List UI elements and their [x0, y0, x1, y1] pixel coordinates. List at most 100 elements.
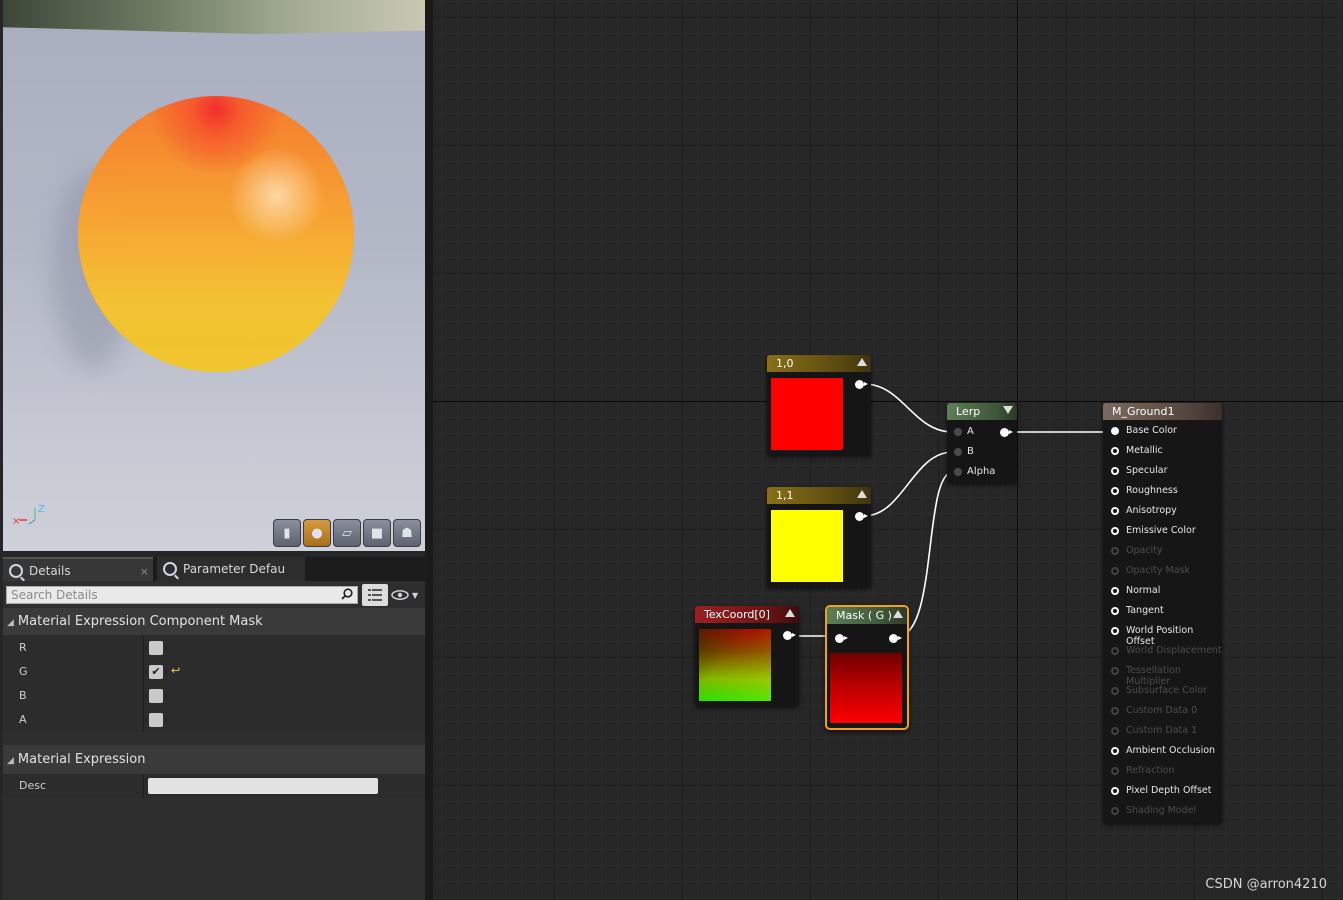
material-input-label: Emissive Color — [1126, 525, 1196, 536]
mask-row-label: G — [19, 665, 28, 678]
material-input-label: Opacity — [1126, 545, 1163, 556]
mask-row-label: R — [19, 641, 27, 654]
close-tab-icon[interactable]: × — [140, 565, 149, 578]
mask-checkbox-a[interactable] — [149, 713, 163, 727]
plane-preview-button[interactable]: ▱ — [333, 519, 361, 547]
column-separator — [143, 636, 144, 660]
material-input-pin[interactable] — [1111, 787, 1119, 795]
output-pin[interactable] — [889, 634, 902, 643]
chevron-down-icon: ▼ — [412, 590, 419, 600]
mask-row-label: B — [19, 689, 27, 702]
material-input-pin — [1111, 667, 1119, 675]
material-input-pin[interactable] — [1111, 487, 1119, 495]
material-input-pin[interactable] — [1111, 627, 1119, 635]
output-pin[interactable] — [855, 512, 868, 521]
magnifier-icon — [9, 564, 23, 578]
lerp-node[interactable]: Lerp A B Alpha — [947, 403, 1017, 483]
sphere-preview-button[interactable]: ● — [303, 519, 331, 547]
teapot-preview-button[interactable]: ☗ — [393, 519, 421, 547]
material-input-pin[interactable] — [1111, 467, 1119, 475]
column-separator — [143, 774, 144, 798]
material-input-pin[interactable] — [1111, 527, 1119, 535]
material-input-label: Roughness — [1126, 485, 1178, 496]
material-graph-canvas[interactable]: 1,0 1,1 TexCoord[0] Mask ( G ) Lerp A B … — [433, 0, 1343, 900]
tab-details[interactable]: Details × — [3, 557, 153, 583]
lerp-input-b-pin[interactable] — [954, 448, 962, 456]
material-input-pin[interactable] — [1111, 747, 1119, 755]
tab-parameter-defaults[interactable]: Parameter Defaults — [157, 557, 305, 581]
color-swatch — [771, 510, 843, 582]
cylinder-preview-button[interactable]: ▮ — [273, 519, 301, 547]
material-input-label: Pixel Depth Offset — [1126, 785, 1212, 796]
node-header: M_Ground1 — [1103, 403, 1222, 420]
output-pin[interactable] — [855, 380, 868, 389]
lerp-input-b-label: B — [967, 446, 974, 457]
mask-checkbox-r[interactable] — [149, 641, 163, 655]
teapot-icon: ☗ — [401, 525, 413, 541]
material-input-pin[interactable] — [1111, 427, 1119, 435]
component-mask-node[interactable]: Mask ( G ) — [825, 605, 909, 730]
svg-text:Z: Z — [38, 504, 45, 515]
collapse-arrow-icon[interactable] — [893, 610, 903, 618]
view-options-button[interactable] — [362, 584, 388, 606]
material-input-pin — [1111, 727, 1119, 735]
reset-to-default-icon[interactable]: ↩ — [171, 664, 180, 677]
material-input-label: Specular — [1126, 465, 1168, 476]
material-input-label: World Displacement — [1126, 645, 1222, 656]
wire-red-to-lerp-a — [863, 383, 954, 433]
material-input-pin[interactable] — [1111, 507, 1119, 515]
lerp-input-a-pin[interactable] — [954, 428, 962, 436]
search-icon[interactable] — [341, 588, 353, 600]
svg-text:×: × — [12, 516, 20, 527]
material-input-pin[interactable] — [1111, 607, 1119, 615]
search-placeholder: Search Details — [11, 588, 98, 602]
visibility-filter-button[interactable]: ▼ — [391, 585, 423, 605]
watermark: CSDN @arron4210 — [1205, 877, 1327, 892]
material-input-label: World Position Offset — [1126, 625, 1194, 647]
lerp-input-alpha-pin[interactable] — [954, 468, 962, 476]
material-input-label: Refraction — [1126, 765, 1175, 776]
output-pin[interactable] — [783, 631, 796, 640]
column-separator — [143, 660, 144, 684]
desc-input[interactable] — [148, 778, 378, 794]
constant-red-node[interactable]: 1,0 — [767, 355, 871, 455]
eye-icon — [391, 590, 409, 600]
preview-shape-toolbar: ▮ ● ▱ ■ ☗ — [273, 519, 421, 547]
mask-row-r: R — [3, 636, 425, 660]
section-material-expression[interactable]: ◢ Material Expression — [3, 745, 425, 774]
lerp-input-alpha-label: Alpha — [967, 466, 996, 477]
material-preview-viewport[interactable]: × Z ▮ ● ▱ ■ ☗ — [3, 0, 425, 551]
output-pin[interactable] — [1000, 428, 1013, 437]
desc-row: Desc — [3, 774, 425, 798]
section-component-mask[interactable]: ◢ Material Expression Component Mask — [3, 608, 425, 635]
material-input-label: Base Color — [1126, 425, 1177, 436]
input-pin[interactable] — [835, 634, 848, 643]
tab-parameter-defaults-label: Parameter Defaults — [183, 562, 285, 576]
material-input-pin — [1111, 807, 1119, 815]
cube-preview-button[interactable]: ■ — [363, 519, 391, 547]
panel-splitter[interactable] — [425, 0, 433, 900]
wire-yellow-to-lerp-b — [863, 451, 954, 517]
details-panel: Search Details ▼ ◢ Material Expression Co… — [3, 581, 425, 900]
mask-checkbox-b[interactable] — [149, 689, 163, 703]
material-input-pin[interactable] — [1111, 447, 1119, 455]
constant-yellow-node[interactable]: 1,1 — [767, 487, 871, 587]
cube-icon: ■ — [370, 525, 384, 541]
details-tab-bar: Details × Parameter Defaults — [3, 557, 425, 583]
material-input-label: Ambient Occlusion — [1126, 745, 1216, 756]
material-input-label: Metallic — [1126, 445, 1163, 456]
cylinder-icon: ▮ — [283, 525, 291, 541]
material-result-node[interactable]: M_Ground1 Base Color Metallic Specular Roug… — [1103, 403, 1222, 823]
collapse-arrow-icon[interactable] — [857, 358, 867, 366]
material-input-pin[interactable] — [1111, 587, 1119, 595]
section-component-mask-title: Material Expression Component Mask — [17, 614, 263, 629]
collapse-arrow-icon[interactable] — [785, 609, 795, 617]
texcoord-node[interactable]: TexCoord[0] — [695, 606, 799, 706]
material-input-pin — [1111, 647, 1119, 655]
collapse-arrow-icon[interactable] — [1003, 406, 1013, 414]
mask-row-label: A — [19, 713, 27, 726]
mask-checkbox-g[interactable]: ✔ — [149, 665, 163, 679]
collapse-arrow-icon[interactable] — [857, 490, 867, 498]
search-details-input[interactable]: Search Details — [6, 586, 358, 604]
node-header: 1,1 — [767, 487, 871, 504]
